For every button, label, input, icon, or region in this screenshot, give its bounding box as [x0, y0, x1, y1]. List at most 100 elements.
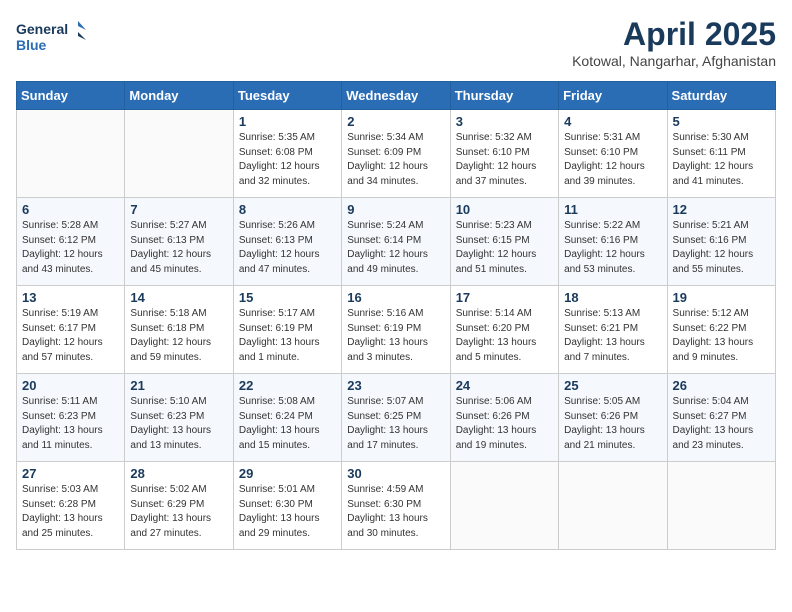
day-info: Sunrise: 5:35 AMSunset: 6:08 PMDaylight:… — [239, 131, 336, 189]
day-number: 3 — [456, 114, 553, 129]
calendar-week-4: 20 Sunrise: 5:11 AMSunset: 6:23 PMDayligh… — [17, 374, 776, 462]
calendar-cell: 7 Sunrise: 5:27 AMSunset: 6:13 PMDaylight… — [125, 198, 233, 286]
calendar-cell: 3 Sunrise: 5:32 AMSunset: 6:10 PMDaylight… — [450, 110, 558, 198]
calendar-cell: 2Sunrise: 5:34 AMSunset: 6:09 PMDaylight… — [342, 110, 450, 198]
header-monday: Monday — [125, 82, 233, 110]
day-number: 10 — [456, 202, 553, 217]
day-info: Sunrise: 5:05 AMSunset: 6:26 PMDaylight:… — [564, 395, 661, 453]
month-title: April 2025 — [572, 16, 776, 53]
header-tuesday: Tuesday — [233, 82, 341, 110]
day-info: Sunrise: 5:17 AMSunset: 6:19 PMDaylight:… — [239, 307, 336, 365]
day-number: 6 — [22, 202, 119, 217]
day-number: 12 — [673, 202, 770, 217]
day-info: Sunrise: 5:34 AMSunset: 6:09 PMDaylight:… — [347, 131, 444, 189]
calendar-cell: 12 Sunrise: 5:21 AMSunset: 6:16 PMDayligh… — [667, 198, 775, 286]
day-info: Sunrise: 5:02 AMSunset: 6:29 PMDaylight:… — [130, 483, 227, 541]
calendar-cell — [667, 462, 775, 550]
header-friday: Friday — [559, 82, 667, 110]
calendar-cell: 23 Sunrise: 5:07 AMSunset: 6:25 PMDayligh… — [342, 374, 450, 462]
weekday-header-row: Sunday Monday Tuesday Wednesday Thursday… — [17, 82, 776, 110]
day-info: Sunrise: 5:23 AMSunset: 6:15 PMDaylight:… — [456, 219, 553, 277]
calendar-cell: 10 Sunrise: 5:23 AMSunset: 6:15 PMDayligh… — [450, 198, 558, 286]
calendar-cell: 5 Sunrise: 5:30 AMSunset: 6:11 PMDaylight… — [667, 110, 775, 198]
calendar-cell: 14Sunrise: 5:18 AMSunset: 6:18 PMDayligh… — [125, 286, 233, 374]
svg-text:Blue: Blue — [16, 37, 47, 53]
calendar-cell — [450, 462, 558, 550]
day-number: 26 — [673, 378, 770, 393]
calendar-cell — [125, 110, 233, 198]
day-info: Sunrise: 5:06 AMSunset: 6:26 PMDaylight:… — [456, 395, 553, 453]
header-thursday: Thursday — [450, 82, 558, 110]
calendar-cell: 29 Sunrise: 5:01 AMSunset: 6:30 PMDayligh… — [233, 462, 341, 550]
calendar-cell: 20 Sunrise: 5:11 AMSunset: 6:23 PMDayligh… — [17, 374, 125, 462]
calendar-cell: 16Sunrise: 5:16 AMSunset: 6:19 PMDayligh… — [342, 286, 450, 374]
logo-svg: General Blue — [16, 16, 86, 58]
day-number: 19 — [673, 290, 770, 305]
day-info: Sunrise: 5:18 AMSunset: 6:18 PMDaylight:… — [130, 307, 227, 365]
header-saturday: Saturday — [667, 82, 775, 110]
calendar-cell: 18 Sunrise: 5:13 AMSunset: 6:21 PMDayligh… — [559, 286, 667, 374]
day-info: Sunrise: 5:04 AMSunset: 6:27 PMDaylight:… — [673, 395, 770, 453]
day-info: Sunrise: 5:13 AMSunset: 6:21 PMDaylight:… — [564, 307, 661, 365]
day-info: Sunrise: 5:16 AMSunset: 6:19 PMDaylight:… — [347, 307, 444, 365]
calendar-cell: 11 Sunrise: 5:22 AMSunset: 6:16 PMDayligh… — [559, 198, 667, 286]
day-info: Sunrise: 4:59 AMSunset: 6:30 PMDaylight:… — [347, 483, 444, 541]
svg-text:General: General — [16, 21, 68, 37]
calendar-week-5: 27 Sunrise: 5:03 AMSunset: 6:28 PMDayligh… — [17, 462, 776, 550]
day-number: 15 — [239, 290, 336, 305]
day-info: Sunrise: 5:14 AMSunset: 6:20 PMDaylight:… — [456, 307, 553, 365]
day-info: Sunrise: 5:12 AMSunset: 6:22 PMDaylight:… — [673, 307, 770, 365]
day-info: Sunrise: 5:01 AMSunset: 6:30 PMDaylight:… — [239, 483, 336, 541]
day-info: Sunrise: 5:26 AMSunset: 6:13 PMDaylight:… — [239, 219, 336, 277]
day-info: Sunrise: 5:22 AMSunset: 6:16 PMDaylight:… — [564, 219, 661, 277]
day-number: 28 — [130, 466, 227, 481]
day-number: 30 — [347, 466, 444, 481]
day-number: 23 — [347, 378, 444, 393]
calendar-cell: 30 Sunrise: 4:59 AMSunset: 6:30 PMDayligh… — [342, 462, 450, 550]
calendar-week-1: 1 Sunrise: 5:35 AMSunset: 6:08 PMDaylight… — [17, 110, 776, 198]
day-info: Sunrise: 5:07 AMSunset: 6:25 PMDaylight:… — [347, 395, 444, 453]
header-sunday: Sunday — [17, 82, 125, 110]
day-info: Sunrise: 5:21 AMSunset: 6:16 PMDaylight:… — [673, 219, 770, 277]
day-info: Sunrise: 5:03 AMSunset: 6:28 PMDaylight:… — [22, 483, 119, 541]
calendar-week-2: 6Sunrise: 5:28 AMSunset: 6:12 PMDaylight… — [17, 198, 776, 286]
calendar-cell: 13Sunrise: 5:19 AMSunset: 6:17 PMDayligh… — [17, 286, 125, 374]
day-info: Sunrise: 5:32 AMSunset: 6:10 PMDaylight:… — [456, 131, 553, 189]
day-info: Sunrise: 5:08 AMSunset: 6:24 PMDaylight:… — [239, 395, 336, 453]
calendar-week-3: 13Sunrise: 5:19 AMSunset: 6:17 PMDayligh… — [17, 286, 776, 374]
calendar-cell: 25Sunrise: 5:05 AMSunset: 6:26 PMDayligh… — [559, 374, 667, 462]
calendar-cell: 9 Sunrise: 5:24 AMSunset: 6:14 PMDaylight… — [342, 198, 450, 286]
day-number: 9 — [347, 202, 444, 217]
calendar-cell — [559, 462, 667, 550]
calendar-cell: 17 Sunrise: 5:14 AMSunset: 6:20 PMDayligh… — [450, 286, 558, 374]
day-info: Sunrise: 5:24 AMSunset: 6:14 PMDaylight:… — [347, 219, 444, 277]
calendar-cell: 26 Sunrise: 5:04 AMSunset: 6:27 PMDayligh… — [667, 374, 775, 462]
day-number: 11 — [564, 202, 661, 217]
title-block: April 2025 Kotowal, Nangarhar, Afghanist… — [572, 16, 776, 69]
day-info: Sunrise: 5:11 AMSunset: 6:23 PMDaylight:… — [22, 395, 119, 453]
day-number: 7 — [130, 202, 227, 217]
calendar-cell: 27 Sunrise: 5:03 AMSunset: 6:28 PMDayligh… — [17, 462, 125, 550]
day-number: 27 — [22, 466, 119, 481]
day-number: 24 — [456, 378, 553, 393]
calendar-cell: 22 Sunrise: 5:08 AMSunset: 6:24 PMDayligh… — [233, 374, 341, 462]
day-info: Sunrise: 5:30 AMSunset: 6:11 PMDaylight:… — [673, 131, 770, 189]
calendar-cell: 19 Sunrise: 5:12 AMSunset: 6:22 PMDayligh… — [667, 286, 775, 374]
day-number: 5 — [673, 114, 770, 129]
day-number: 21 — [130, 378, 227, 393]
calendar-cell: 21Sunrise: 5:10 AMSunset: 6:23 PMDayligh… — [125, 374, 233, 462]
day-number: 17 — [456, 290, 553, 305]
page-header: General Blue April 2025 Kotowal, Nangarh… — [16, 16, 776, 69]
day-number: 1 — [239, 114, 336, 129]
calendar: Sunday Monday Tuesday Wednesday Thursday… — [16, 81, 776, 550]
logo: General Blue — [16, 16, 86, 58]
day-number: 22 — [239, 378, 336, 393]
calendar-cell: 15 Sunrise: 5:17 AMSunset: 6:19 PMDayligh… — [233, 286, 341, 374]
day-info: Sunrise: 5:27 AMSunset: 6:13 PMDaylight:… — [130, 219, 227, 277]
day-number: 20 — [22, 378, 119, 393]
calendar-cell: 4Sunrise: 5:31 AMSunset: 6:10 PMDaylight… — [559, 110, 667, 198]
day-number: 18 — [564, 290, 661, 305]
day-number: 4 — [564, 114, 661, 129]
day-number: 29 — [239, 466, 336, 481]
day-info: Sunrise: 5:19 AMSunset: 6:17 PMDaylight:… — [22, 307, 119, 365]
